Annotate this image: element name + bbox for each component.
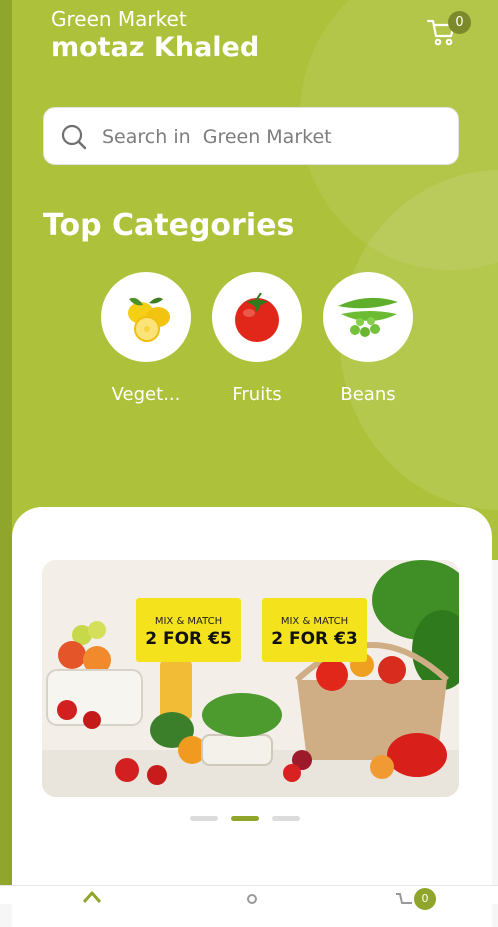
promo-banner[interactable]: MIX & MATCH 2 FOR €5 MIX & MATCH 2 FOR €… [42, 560, 459, 797]
cart-nav-icon[interactable] [395, 890, 415, 904]
deal-tag: MIX & MATCH 2 FOR €5 [136, 598, 241, 662]
profile-icon[interactable] [242, 890, 262, 904]
category-vegetables[interactable]: Veget... [100, 272, 192, 405]
category-label: Veget... [111, 384, 181, 405]
tomato-icon [235, 292, 279, 342]
deal-subtitle: MIX & MATCH [280, 616, 349, 627]
deal-price: 2 FOR €5 [145, 629, 232, 649]
search-input[interactable] [100, 120, 444, 154]
category-beans[interactable]: Beans [322, 272, 414, 405]
section-title: Top Categories [43, 208, 295, 243]
left-edge-strip [0, 0, 12, 903]
category-fruits[interactable]: Fruits [211, 272, 303, 405]
search-icon [61, 124, 87, 150]
deal-subtitle: MIX & MATCH [154, 616, 223, 627]
carousel-indicator [190, 816, 310, 822]
carousel-dot[interactable] [190, 816, 218, 821]
category-image [212, 272, 302, 362]
category-label: Fruits [232, 384, 282, 405]
category-label: Beans [340, 384, 396, 405]
cart-count-badge: 0 [448, 11, 471, 34]
user-name: motaz Khaled [51, 32, 260, 63]
vegetables-photo [42, 560, 459, 797]
lemons-icon [128, 297, 170, 342]
search-bar[interactable] [43, 107, 459, 165]
cart-nav-badge: 0 [414, 888, 436, 910]
category-image [323, 272, 413, 362]
home-icon[interactable] [82, 890, 102, 904]
peas-icon [338, 297, 398, 337]
carousel-dot-active[interactable] [231, 816, 259, 821]
app-name: Green Market [51, 7, 187, 31]
deal-tag: MIX & MATCH 2 FOR €3 [262, 598, 367, 662]
carousel-dot[interactable] [272, 816, 300, 821]
category-image [101, 272, 191, 362]
deal-price: 2 FOR €3 [271, 629, 358, 649]
